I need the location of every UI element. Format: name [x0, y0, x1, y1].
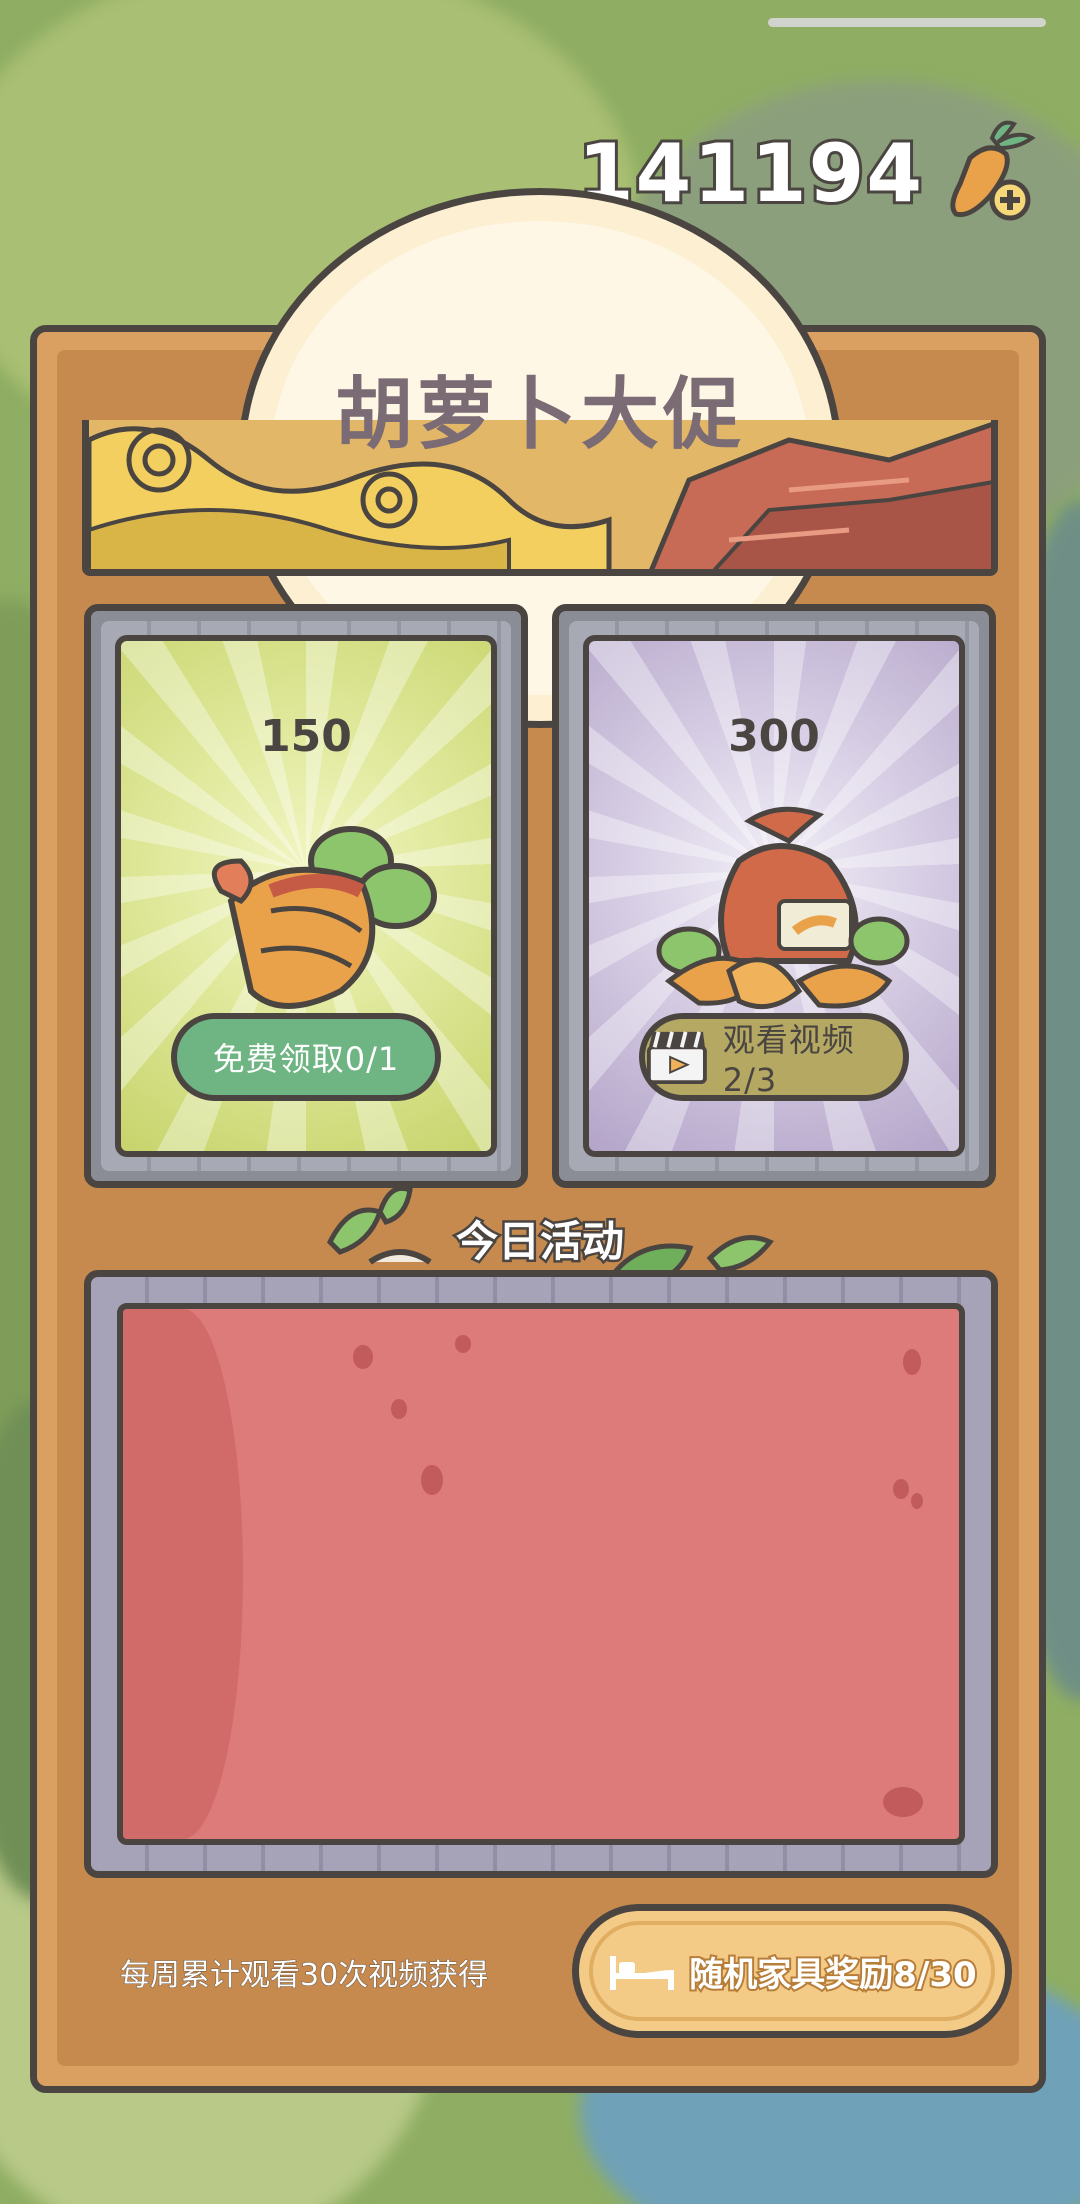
free-claim-label: 免费领取0/1: [212, 1040, 400, 1078]
free-carrot-offer[interactable]: 150 免费领取0/1: [84, 604, 528, 1188]
offer-price: 150: [260, 711, 352, 762]
furniture-reward-label: 随机家具奖励8/30: [687, 1953, 978, 1997]
bed-icon: [610, 1956, 675, 1990]
add-carrot-icon[interactable]: [940, 118, 1040, 228]
offer-price: 300: [728, 711, 820, 762]
weekly-video-note: 每周累计观看30次视频获得: [119, 1958, 489, 1994]
activity-panel[interactable]: [84, 1270, 998, 1878]
promo-title: 胡萝卜大促: [334, 370, 745, 460]
carrot-bundle-icon: [211, 826, 437, 1009]
watch-video-button[interactable]: 观看视频2/3: [639, 1013, 909, 1101]
home-indicator: [768, 18, 1046, 27]
activity-title: 今日活动: [453, 1215, 626, 1269]
video-carrot-offer[interactable]: 300 观看视频2/3: [552, 604, 996, 1188]
random-furniture-reward-button[interactable]: 随机家具奖励8/30: [572, 1904, 1012, 2038]
carrot-sack-icon: [656, 806, 910, 1010]
activity-content[interactable]: [117, 1303, 965, 1845]
clapperboard-icon: [646, 1031, 707, 1085]
free-claim-button[interactable]: 免费领取0/1: [171, 1013, 441, 1101]
watch-video-label: 观看视频2/3: [722, 1021, 855, 1099]
